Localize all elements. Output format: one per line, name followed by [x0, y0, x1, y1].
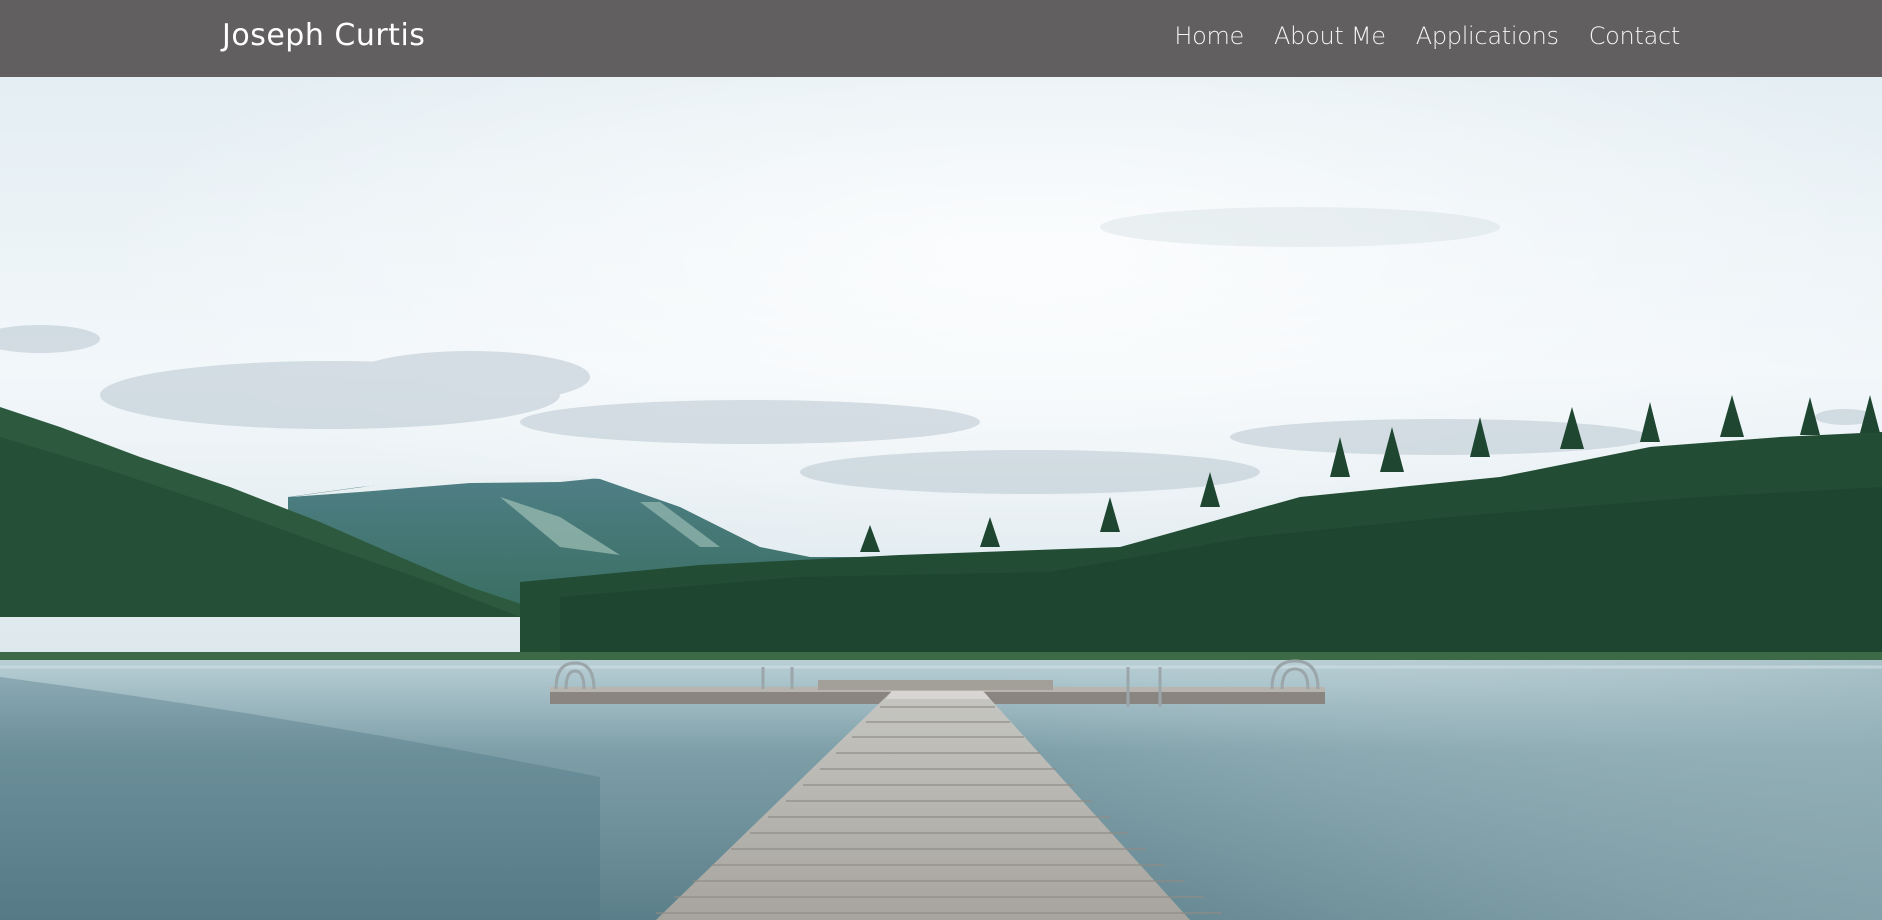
nav-link-contact[interactable]: Contact	[1589, 22, 1681, 50]
nav-link-about-me[interactable]: About Me	[1274, 22, 1386, 50]
page: Joseph Curtis Home About Me Applications…	[0, 0, 1882, 920]
hero-banner	[0, 77, 1882, 920]
hero-landscape-image	[0, 77, 1882, 920]
brand-logo-link[interactable]: Joseph Curtis	[222, 18, 425, 53]
main-nav: Home About Me Applications Contact	[1174, 22, 1680, 50]
nav-link-applications[interactable]: Applications	[1416, 22, 1559, 50]
top-navbar: Joseph Curtis Home About Me Applications…	[0, 0, 1882, 77]
nav-link-home[interactable]: Home	[1174, 22, 1244, 50]
